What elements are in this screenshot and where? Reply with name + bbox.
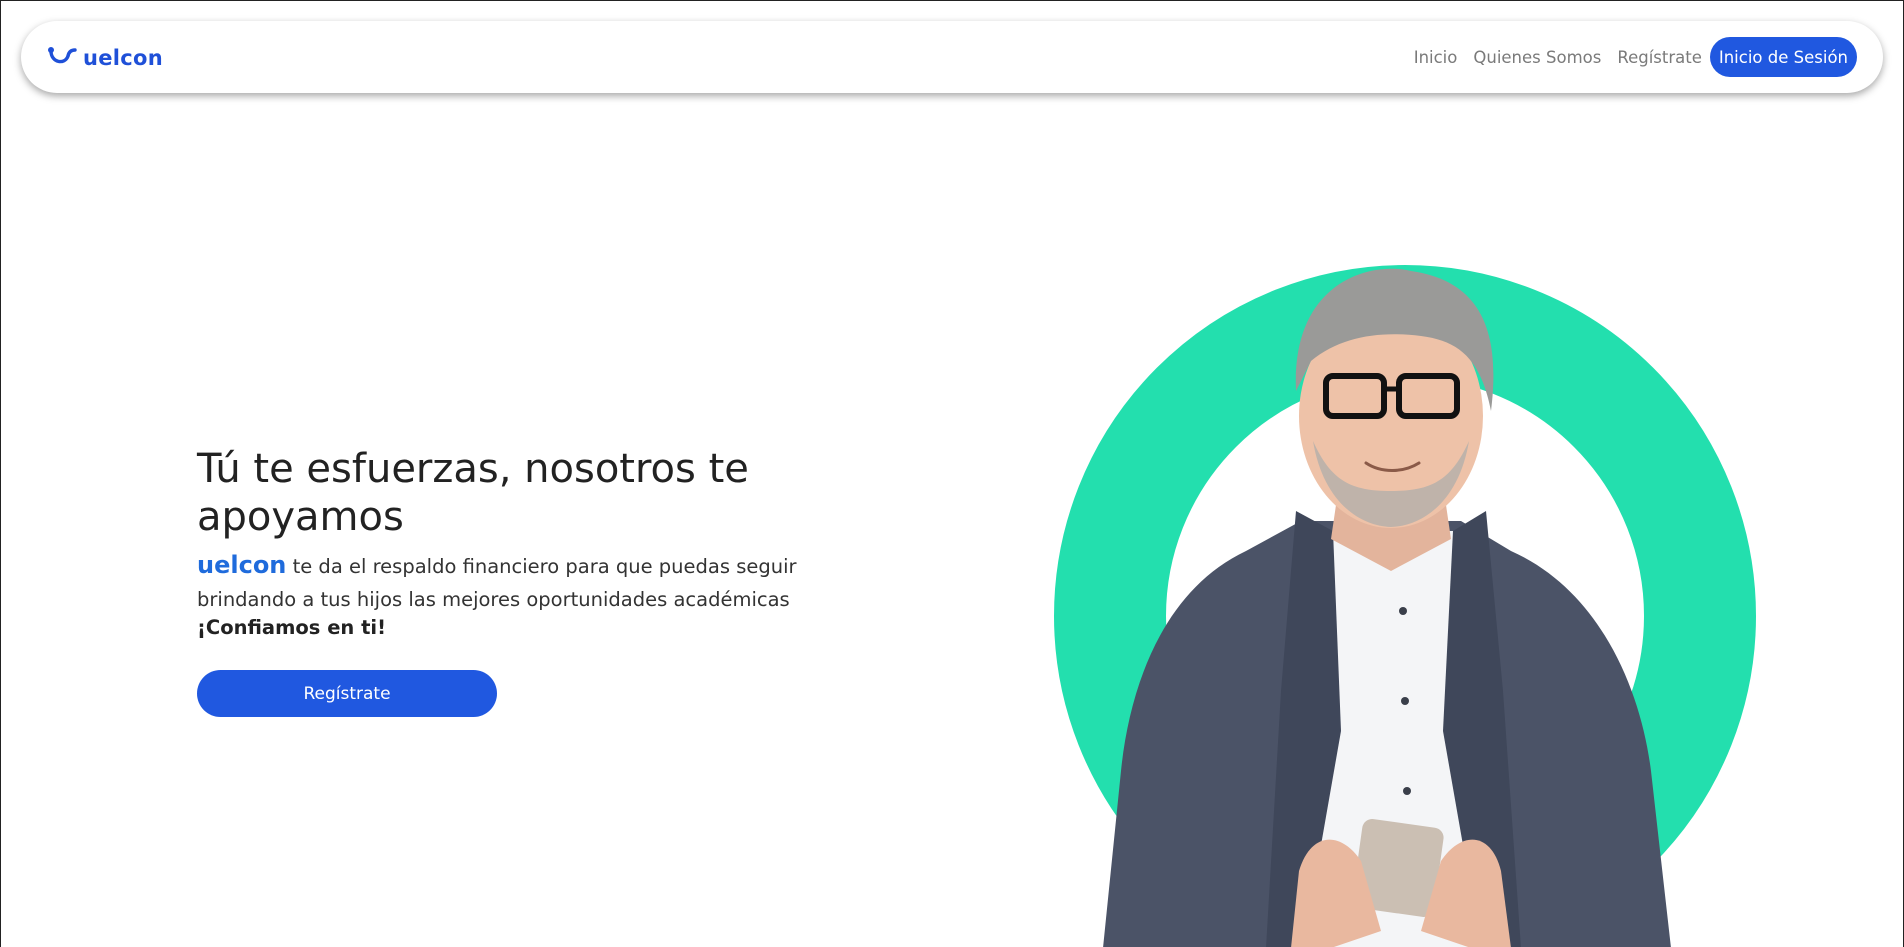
hero-description: uelcon te da el respaldo financiero para… <box>197 549 837 616</box>
logo-text: uelcon <box>83 46 164 70</box>
page: uelcon Inicio Quienes Somos Regístrate I… <box>0 0 1904 947</box>
logo[interactable]: uelcon <box>47 44 163 70</box>
nav-link-registrate[interactable]: Regístrate <box>1617 48 1702 67</box>
hero-image <box>1054 265 1756 947</box>
navbar: uelcon Inicio Quienes Somos Regístrate I… <box>21 21 1883 93</box>
logo-icon <box>48 47 77 64</box>
hero-title: Tú te esfuerzas, nosotros te apoyamos <box>197 446 749 540</box>
brand-inline: uelcon <box>197 551 287 579</box>
hero-trust-text: ¡Confiamos en ti! <box>197 616 387 639</box>
nav-links: Inicio Quienes Somos Regístrate Inicio d… <box>1414 37 1857 77</box>
nav-link-inicio[interactable]: Inicio <box>1414 48 1458 67</box>
nav-link-quienes-somos[interactable]: Quienes Somos <box>1473 48 1601 67</box>
register-button[interactable]: Regístrate <box>197 670 497 717</box>
login-button[interactable]: Inicio de Sesión <box>1709 37 1857 77</box>
hero-description-text: te da el respaldo financiero para que pu… <box>197 555 797 611</box>
